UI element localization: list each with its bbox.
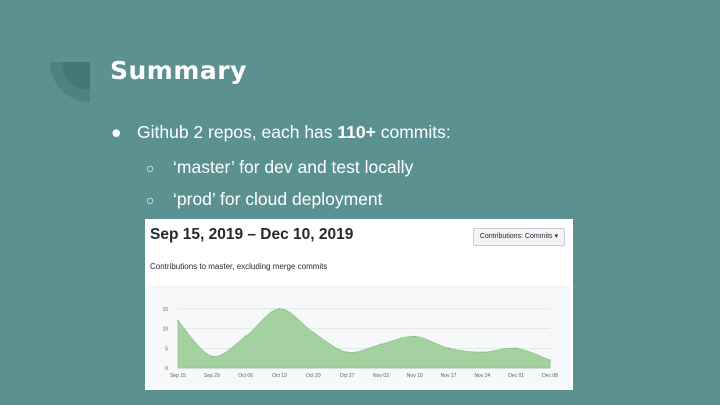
x-tick-label: Dec 08 [542, 373, 558, 379]
data-point [312, 331, 315, 334]
area-series [177, 308, 551, 369]
y-tick-label: 0 [165, 366, 168, 372]
y-tick-label: 5 [165, 346, 168, 352]
x-tick-label: Oct 20 [306, 373, 321, 379]
github-contributions-screenshot: Sep 15, 2019 – Dec 10, 2019 Contribution… [145, 219, 573, 390]
data-point [413, 335, 416, 338]
data-point [346, 351, 348, 354]
y-tick-label: 15 [162, 307, 168, 313]
y-tick-label: 10 [162, 327, 168, 333]
date-range: Sep 15, 2019 – Dec 10, 2019 [150, 226, 354, 243]
x-tick-label: Oct 13 [272, 373, 287, 379]
chart-caption: Contributions to master, excluding merge… [150, 262, 328, 271]
data-point [549, 359, 551, 361]
data-point [481, 351, 484, 354]
data-point [278, 308, 281, 310]
data-point [177, 319, 179, 322]
bullet-text: Github 2 repos, each has 110+ commits: [137, 122, 451, 143]
x-tick-label: Oct 06 [238, 373, 253, 379]
bullet-text-suffix: commits: [375, 122, 451, 142]
contributions-chart-svg: 0 5 10 15 Sep 15 Sep 29 Oct 06 Oct 13 Oct 20 Oct … [162, 307, 558, 379]
x-tick-label: Nov 17 [441, 373, 457, 379]
data-point [244, 335, 247, 338]
contributions-dropdown[interactable]: Contributions: Commits ▾ [472, 228, 565, 246]
bullet-dot-icon: ● [111, 122, 122, 142]
bullet-text-bold: 110+ [337, 122, 376, 142]
slide-title: Summary [110, 56, 247, 85]
x-tick-label: Nov 10 [407, 373, 423, 379]
bullet-ring-icon: ○ [146, 160, 155, 176]
bullet-text-prefix: Github 2 repos, each has [137, 122, 338, 142]
x-tick-label: Oct 27 [340, 373, 355, 379]
data-point [380, 343, 382, 346]
x-tick-label: Nov 24 [474, 373, 490, 379]
subbullet-text: ‘prod’ for cloud deployment [173, 189, 383, 209]
bullet-ring-icon: ○ [146, 192, 155, 208]
data-point [211, 355, 213, 357]
subbullet-text: ‘master’ for dev and test locally [173, 157, 414, 177]
x-tick-label: Sep 15 [170, 373, 186, 379]
x-tick-label: Dec 01 [508, 373, 524, 379]
x-tick-label: Nov 03 [373, 373, 389, 379]
data-point [447, 347, 450, 350]
data-point [515, 347, 517, 350]
contributions-chart: 0 5 10 15 Sep 15 Sep 29 Oct 06 Oct 13 Oct 20 Oct … [148, 285, 570, 388]
x-tick-label: Sep 29 [204, 373, 220, 379]
